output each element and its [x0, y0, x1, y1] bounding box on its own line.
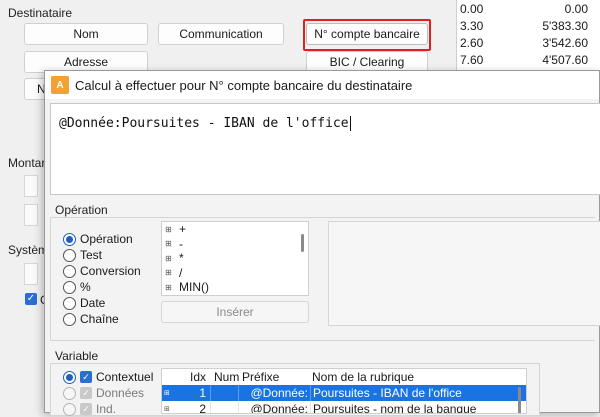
- radio-circle: [63, 248, 76, 262]
- radio-operation[interactable]: Opération: [63, 231, 133, 247]
- radio-circle: [63, 402, 76, 416]
- radio-circle: [63, 280, 76, 294]
- checkbox-donnees[interactable]: ✓: [80, 387, 92, 399]
- operator-icon: ⊞: [165, 239, 172, 249]
- operator-icon: ⊞: [165, 224, 172, 234]
- table-row: 0.00 0.00: [460, 1, 588, 16]
- column-header-num[interactable]: Num: [210, 369, 239, 385]
- table-row: 2.60 3'542.60: [460, 35, 588, 50]
- list-item[interactable]: ⊞ MIN(): [162, 280, 308, 295]
- background-amount-table: 0.00 0.00 3.30 5'383.30 2.60 3'542.60 7.60 4…: [456, 0, 600, 70]
- table-row[interactable]: ⊞ 2 @Donnée: Poursuites - nom de la banq…: [162, 401, 526, 413]
- radio-circle: [63, 312, 76, 326]
- nom-button[interactable]: Nom: [24, 23, 148, 45]
- radio-donnees[interactable]: ✓ Données: [63, 385, 144, 401]
- dialog-titlebar[interactable]: A Calcul à effectuer pour N° compte banc…: [45, 71, 599, 99]
- highlight-annotation: [303, 19, 431, 51]
- montant-group-label: Montar: [8, 156, 46, 170]
- communication-button[interactable]: Communication: [158, 23, 284, 45]
- list-scrollbar[interactable]: [301, 234, 304, 252]
- list-item[interactable]: ⊞ -: [162, 237, 308, 252]
- operator-icon: ⊞: [165, 282, 172, 292]
- list-item[interactable]: ⊞ *: [162, 251, 308, 266]
- radio-circle: [63, 264, 76, 278]
- table-scrollbar[interactable]: [518, 387, 521, 413]
- radio-percent[interactable]: %: [63, 279, 91, 295]
- operator-icon: ⊞: [165, 253, 172, 263]
- radio-circle: [63, 386, 76, 400]
- insert-button[interactable]: Insérer: [161, 301, 309, 323]
- row-icon: ⊞: [164, 406, 170, 413]
- operator-list[interactable]: ⊞ + ⊞ - ⊞ * ⊞ / ⊞ MIN(): [161, 221, 309, 296]
- operation-section-label: Opération: [55, 203, 108, 217]
- formula-editor[interactable]: @Donnée:Poursuites - IBAN de l'office: [50, 103, 600, 195]
- radio-conversion[interactable]: Conversion: [63, 263, 141, 279]
- montant-field-2[interactable]: [24, 204, 38, 226]
- list-item[interactable]: ⊞ +: [162, 222, 308, 237]
- table-row: 7.60 4'507.60: [460, 52, 588, 67]
- checkbox-ind[interactable]: ✓: [80, 403, 92, 415]
- systeme-group-label: Systèm: [8, 243, 49, 257]
- montant-field[interactable]: [24, 175, 38, 197]
- column-header-idx[interactable]: Idx: [174, 370, 210, 384]
- app-icon: A: [51, 76, 69, 94]
- formula-text: @Donnée:Poursuites - IBAN de l'office: [59, 116, 349, 131]
- radio-circle: [63, 370, 76, 384]
- table-header: Idx Num Préfixe Nom de la rubrique: [162, 369, 526, 385]
- radio-contextuel[interactable]: ✓ Contextuel: [63, 369, 153, 385]
- list-item[interactable]: ⊞ /: [162, 266, 308, 281]
- checkbox-contextuel[interactable]: ✓: [80, 371, 92, 383]
- row-icon: ⊞: [164, 390, 170, 397]
- variable-section-label: Variable: [55, 349, 99, 363]
- variable-table[interactable]: Idx Num Préfixe Nom de la rubrique ⊞ 1 @…: [161, 368, 527, 414]
- radio-circle: [63, 232, 76, 246]
- radio-circle: [63, 296, 76, 310]
- table-row: 3.30 5'383.30: [460, 18, 588, 33]
- table-row[interactable]: ⊞ 1 @Donnée: Poursuites - IBAN de l'offi…: [162, 385, 526, 401]
- column-header-name[interactable]: Nom de la rubrique: [310, 369, 526, 385]
- systeme-field[interactable]: [24, 263, 38, 285]
- radio-test[interactable]: Test: [63, 247, 102, 263]
- systeme-checkbox[interactable]: ✓: [25, 293, 37, 305]
- dialog-title: Calcul à effectuer pour N° compte bancai…: [75, 77, 413, 93]
- destinataire-group-label: Destinataire: [8, 6, 73, 20]
- radio-ind[interactable]: ✓ Ind.: [63, 401, 116, 417]
- column-header-prefix[interactable]: Préfixe: [238, 369, 310, 385]
- radio-chaine[interactable]: Chaîne: [63, 311, 119, 327]
- operation-description-box: [328, 221, 600, 326]
- text-caret: [349, 116, 351, 131]
- radio-date[interactable]: Date: [63, 295, 105, 311]
- calcul-dialog: A Calcul à effectuer pour N° compte banc…: [44, 70, 600, 416]
- operator-icon: ⊞: [165, 268, 172, 278]
